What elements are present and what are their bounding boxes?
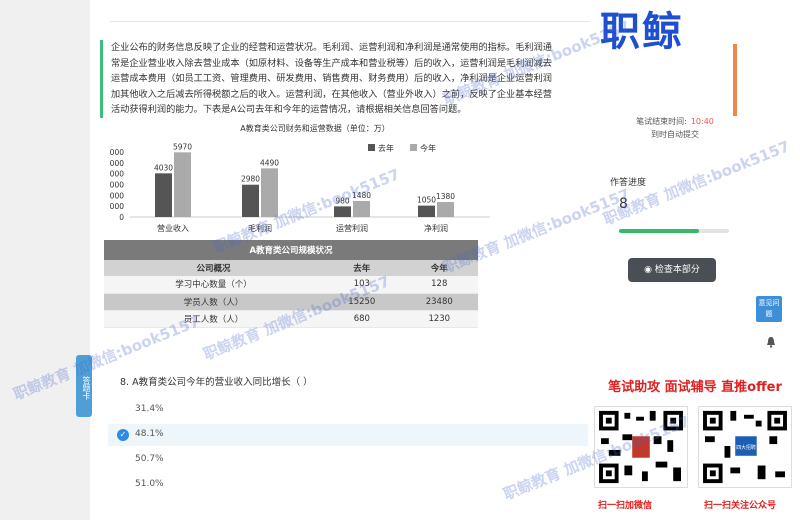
timer-note: 到时自动提交 [651, 130, 699, 139]
option-b[interactable]: ✓ 48.1% [108, 424, 588, 446]
y-tick-label: 5000 [110, 159, 124, 168]
table-header: 去年 [323, 260, 401, 276]
y-tick-label: 1000 [110, 202, 124, 211]
x-tick-label: 运营利润 [336, 223, 368, 233]
table-cell: 1230 [400, 310, 478, 328]
y-tick-label: 4000 [110, 170, 124, 179]
table-caption: A教育类公司规模状况 [104, 240, 478, 260]
bar [418, 205, 435, 217]
option-c[interactable]: 50.7% [108, 449, 588, 471]
timer-label: 笔试结束时间: [636, 117, 687, 126]
bar [242, 184, 259, 217]
bar-value-label: 1380 [436, 192, 455, 201]
legend-label: 去年 [378, 143, 394, 153]
feedback-button[interactable]: 意见问题 [756, 296, 782, 322]
bar-value-label: 4490 [260, 158, 279, 167]
y-tick-label: 3000 [110, 181, 124, 190]
promo-title: 笔试助攻 面试辅导 直推offer [608, 380, 782, 395]
bell-icon[interactable] [766, 336, 776, 348]
check-section-label: 检查本部分 [654, 265, 700, 275]
qr-badge-label: 四大招聘 [736, 444, 756, 451]
bar [174, 152, 191, 217]
wechat-qr-caption: 扫一扫加微信 [598, 501, 653, 511]
table-cell: 128 [400, 276, 478, 294]
option-a[interactable]: 31.4% [108, 399, 588, 421]
bar-value-label: 4030 [154, 163, 173, 172]
option-label: 31.4% [135, 404, 164, 414]
option-label: 48.1% [135, 429, 164, 439]
legend-label: 今年 [420, 143, 436, 153]
chart-title: A教育类公司财务和运营数据（单位：万） [240, 123, 389, 133]
progress-fill [619, 229, 700, 233]
finance-chart: A教育类公司财务和运营数据（单位：万）去年今年60005000400030002… [105, 122, 500, 240]
check-section-button[interactable]: ◉ 检查本部分 [628, 258, 716, 282]
exam-timer: 笔试结束时间: 10:40 到时自动提交 [620, 115, 730, 141]
timer-value: 10:40 [690, 117, 714, 126]
bar-value-label: 2980 [241, 175, 260, 184]
official-account-qr-caption: 扫一扫关注公众号 [704, 501, 777, 511]
y-tick-label: 6000 [110, 148, 124, 157]
bar [155, 173, 172, 217]
table-row: 学习中心数量（个） 103 128 [104, 276, 478, 294]
y-tick-label: 2000 [110, 191, 124, 200]
x-tick-label: 净利润 [424, 223, 448, 233]
legend-swatch [410, 144, 417, 151]
option-label: 51.0% [135, 479, 164, 489]
legend-swatch [368, 144, 375, 151]
progress-bar [619, 229, 729, 233]
check-icon: ✓ [117, 429, 129, 441]
option-label: 50.7% [135, 454, 164, 464]
eye-icon: ◉ [644, 265, 652, 275]
top-strip [110, 0, 590, 22]
left-gutter [0, 0, 90, 520]
bar-value-label: 1050 [417, 196, 436, 205]
bar-value-label: 5970 [173, 142, 192, 151]
bar [353, 200, 370, 217]
table-cell: 23480 [400, 293, 478, 311]
y-tick-label: 0 [119, 213, 124, 222]
accent-divider [733, 44, 737, 116]
question-stem: 8. A教育类公司今年的营业收入同比增长（ ） [120, 374, 313, 388]
table-header: 公司概况 [104, 260, 324, 276]
question-text: A教育类公司今年的营业收入同比增长（ ） [132, 377, 313, 388]
finance-chart-svg: A教育类公司财务和运营数据（单位：万）去年今年60005000400030002… [105, 123, 490, 233]
question-number: 8. [120, 377, 130, 388]
bar [261, 168, 278, 217]
bar [437, 202, 454, 217]
x-tick-label: 营业收入 [157, 223, 189, 233]
official-account-qr-code: 四大招聘 [698, 406, 792, 488]
table-cell: 学习中心数量（个） [104, 276, 324, 294]
